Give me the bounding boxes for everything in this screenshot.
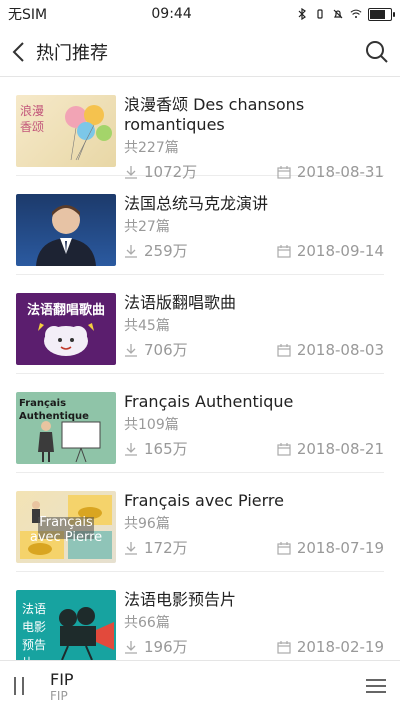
album-title: 法语版翻唱歌曲	[124, 293, 237, 312]
calendar-icon	[277, 343, 291, 357]
thumb-caption: Français Authentique	[19, 398, 89, 422]
album-title: 法国总统马克龙演讲	[124, 194, 269, 213]
thumb-caption: 法语电影预告片	[22, 602, 47, 662]
bluetooth-icon	[298, 8, 306, 20]
pause-icon[interactable]	[14, 677, 32, 695]
calendar-icon	[277, 541, 291, 555]
album-title: Français avec Pierre	[124, 491, 284, 510]
album-thumbnail: 浪漫香颂	[16, 95, 116, 167]
album-thumbnail: Français Authentique	[16, 392, 116, 464]
status-bar: 无SIM 09:44	[0, 0, 400, 28]
list-item[interactable]: 法语翻唱歌曲 法语版翻唱歌曲 共45篇 706万 2018-08-03	[16, 275, 384, 374]
top-nav: 热门推荐	[0, 28, 400, 77]
clock: 09:44	[151, 6, 192, 22]
episode-count: 共109篇	[124, 417, 179, 433]
carrier-label: 无SIM	[8, 7, 48, 23]
speaker-portrait-image	[36, 205, 96, 266]
list-item[interactable]: Français avec Pierre Français avec Pierr…	[16, 473, 384, 572]
download-count: 196万	[144, 638, 188, 656]
publish-date: 2018-08-21	[296, 439, 384, 458]
publish-date: 2018-02-19	[296, 637, 384, 656]
episode-count: 共45篇	[124, 318, 170, 334]
list-item[interactable]: 浪漫香颂 浪漫香颂 Des chansons romantiques 共227篇…	[16, 77, 384, 181]
download-count: 259万	[144, 242, 188, 260]
album-thumbnail: 法语翻唱歌曲	[16, 293, 116, 365]
battery-icon	[368, 7, 395, 21]
publish-date: 2018-08-31	[296, 162, 384, 181]
page-title: 热门推荐	[36, 43, 108, 64]
album-title: 法语电影预告片	[124, 590, 237, 609]
episode-count: 共227篇	[124, 140, 179, 156]
episode-count: 共27篇	[124, 219, 170, 235]
download-icon	[125, 343, 137, 357]
calendar-icon	[277, 165, 291, 179]
album-thumbnail: 法语电影预告片	[16, 590, 116, 662]
episode-count: 共96篇	[124, 516, 170, 532]
back-arrow-icon[interactable]	[10, 41, 28, 63]
download-icon	[125, 442, 137, 456]
calendar-icon	[277, 244, 291, 258]
download-icon	[125, 640, 137, 654]
thumb-caption: 法语翻唱歌曲	[26, 303, 105, 318]
mute-bell-icon	[333, 9, 343, 19]
publish-date: 2018-07-19	[296, 538, 384, 557]
album-list: 浪漫香颂 浪漫香颂 Des chansons romantiques 共227篇…	[0, 77, 400, 662]
battery-level	[370, 9, 386, 19]
list-item[interactable]: Français Authentique Français Authentiqu…	[16, 374, 384, 473]
calendar-icon	[277, 640, 291, 654]
download-count: 706万	[144, 341, 188, 359]
publish-date: 2018-08-03	[296, 340, 384, 359]
player-subtitle: FIP	[50, 688, 68, 703]
thumb-caption: Français avec Pierre	[29, 515, 103, 545]
list-item[interactable]: 法国总统马克龙演讲 共27篇 259万 2018-09-14	[16, 176, 384, 275]
search-icon[interactable]	[364, 39, 390, 65]
status-icons	[296, 7, 395, 21]
calendar-icon	[277, 442, 291, 456]
thumb-caption: 浪漫香颂	[20, 104, 45, 134]
player-title: FIP	[50, 669, 74, 689]
album-thumbnail: Français avec Pierre	[16, 491, 116, 563]
playlist-menu-icon[interactable]	[366, 679, 386, 693]
list-item[interactable]: 法语电影预告片 法语电影预告片 共66篇 196万 2018-02-	[16, 572, 384, 662]
album-title: Français Authentique	[124, 392, 294, 411]
mini-player[interactable]: FIP FIP	[0, 660, 400, 711]
download-icon	[125, 244, 137, 258]
vibrate-icon	[317, 9, 323, 19]
download-icon	[125, 541, 137, 555]
album-thumbnail	[16, 194, 116, 266]
download-count: 172万	[144, 539, 188, 557]
download-count: 165万	[144, 440, 188, 458]
download-count: 1072万	[144, 163, 198, 181]
album-title: 浪漫香颂 Des chansons romantiques	[124, 95, 305, 134]
episode-count: 共66篇	[124, 615, 170, 631]
wifi-icon	[350, 9, 362, 19]
publish-date: 2018-09-14	[296, 241, 384, 260]
download-icon	[125, 165, 137, 179]
